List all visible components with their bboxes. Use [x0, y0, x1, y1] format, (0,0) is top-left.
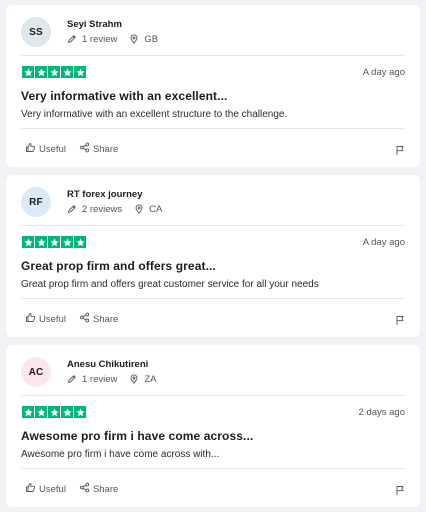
- star-icon: [61, 406, 73, 418]
- star-icon: [35, 406, 47, 418]
- divider: [21, 298, 405, 299]
- useful-label: Useful: [39, 143, 66, 155]
- reviewer-meta: 2 reviews CA: [67, 203, 162, 215]
- location-pin-icon: [129, 374, 139, 384]
- share-label: Share: [92, 313, 119, 325]
- review-body: Awesome pro firm i have come across with…: [21, 449, 220, 460]
- location-pin-icon: [129, 34, 139, 44]
- review-title[interactable]: Great prop firm and offers great...: [21, 259, 216, 273]
- useful-button[interactable]: Useful: [25, 312, 66, 326]
- review-count-text: 1 review: [82, 373, 118, 385]
- divider: [21, 468, 405, 469]
- star-icon: [48, 406, 60, 418]
- reviewer-meta: 1 review ZA: [67, 373, 157, 385]
- review-body: Great prop firm and offers great custome…: [21, 279, 319, 290]
- flag-icon[interactable]: [395, 143, 405, 161]
- avatar[interactable]: AC: [21, 357, 51, 387]
- reviewer-meta: 1 review GB: [67, 33, 158, 45]
- review-count-text: 1 review: [82, 33, 118, 45]
- divider: [21, 128, 405, 129]
- review-count: 1 review: [67, 34, 117, 45]
- star-icon: [74, 236, 86, 248]
- reviewer-name[interactable]: Seyi Strahm: [67, 19, 122, 30]
- review-body: Very informative with an excellent struc…: [21, 109, 288, 120]
- star-rating: [22, 236, 87, 248]
- flag-icon[interactable]: [395, 313, 405, 331]
- star-icon: [61, 66, 73, 78]
- review-date: A day ago: [362, 237, 405, 248]
- avatar[interactable]: SS: [21, 17, 51, 47]
- share-button[interactable]: Share: [79, 312, 118, 326]
- share-label: Share: [92, 483, 119, 495]
- country: ZA: [129, 373, 157, 385]
- divider: [21, 395, 405, 396]
- review-actions: Useful Share: [25, 482, 118, 496]
- review-actions: Useful Share: [25, 142, 118, 156]
- share-button[interactable]: Share: [79, 482, 118, 496]
- review-date: 2 days ago: [358, 407, 405, 418]
- share-icon: [79, 482, 90, 496]
- share-button[interactable]: Share: [79, 142, 118, 156]
- share-icon: [79, 142, 90, 156]
- country: GB: [129, 34, 158, 45]
- pencil-icon: [67, 374, 77, 384]
- star-icon: [35, 66, 47, 78]
- reviews-feed: SS Seyi Strahm 1 review GB A day ago Ver…: [0, 0, 426, 512]
- star-icon: [74, 66, 86, 78]
- star-icon: [22, 236, 34, 248]
- flag-icon[interactable]: [395, 483, 405, 501]
- star-icon: [61, 236, 73, 248]
- review-title[interactable]: Awesome pro firm i have come across...: [21, 429, 253, 443]
- useful-label: Useful: [39, 313, 66, 325]
- pencil-icon: [67, 204, 77, 214]
- review-date: A day ago: [362, 67, 405, 78]
- review-card: AC Anesu Chikutireni 1 review ZA 2 days …: [6, 345, 420, 507]
- review-actions: Useful Share: [25, 312, 118, 326]
- star-icon: [74, 406, 86, 418]
- review-title[interactable]: Very informative with an excellent...: [21, 89, 227, 103]
- divider: [21, 55, 405, 56]
- country-code: CA: [149, 203, 163, 215]
- country-code: ZA: [144, 373, 157, 385]
- country-code: GB: [144, 33, 159, 45]
- useful-button[interactable]: Useful: [25, 142, 66, 156]
- thumbs-up-icon: [25, 312, 36, 326]
- share-icon: [79, 312, 90, 326]
- star-icon: [48, 236, 60, 248]
- review-card: RF RT forex journey 2 reviews CA A day a…: [6, 175, 420, 337]
- star-rating: [22, 66, 87, 78]
- star-icon: [22, 406, 34, 418]
- country: CA: [134, 204, 162, 215]
- useful-button[interactable]: Useful: [25, 482, 66, 496]
- star-icon: [48, 66, 60, 78]
- review-count-text: 2 reviews: [82, 203, 123, 215]
- thumbs-up-icon: [25, 142, 36, 156]
- location-pin-icon: [134, 204, 144, 214]
- share-label: Share: [92, 143, 119, 155]
- review-card: SS Seyi Strahm 1 review GB A day ago Ver…: [6, 5, 420, 167]
- useful-label: Useful: [39, 483, 66, 495]
- avatar[interactable]: RF: [21, 187, 51, 217]
- star-icon: [22, 66, 34, 78]
- review-count: 2 reviews: [67, 204, 122, 215]
- thumbs-up-icon: [25, 482, 36, 496]
- star-rating: [22, 406, 87, 418]
- divider: [21, 225, 405, 226]
- pencil-icon: [67, 34, 77, 44]
- star-icon: [35, 236, 47, 248]
- reviewer-name[interactable]: Anesu Chikutireni: [67, 359, 148, 370]
- review-count: 1 review: [67, 374, 117, 385]
- reviewer-name[interactable]: RT forex journey: [67, 189, 143, 200]
